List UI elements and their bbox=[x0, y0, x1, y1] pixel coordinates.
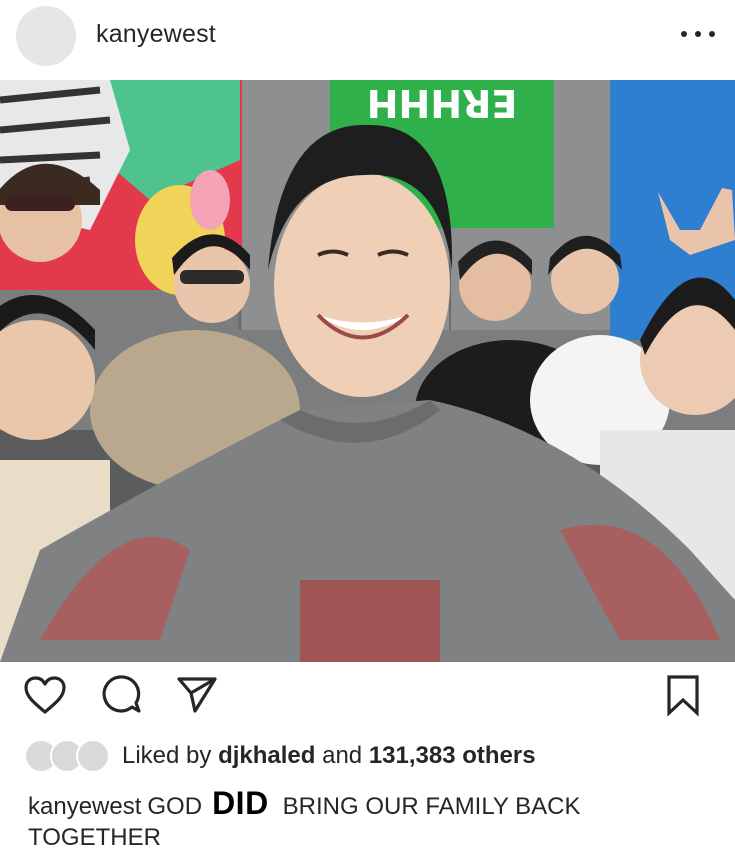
caption-username[interactable]: kanyewest bbox=[28, 793, 141, 820]
liker-username[interactable]: djkhaled bbox=[218, 742, 315, 769]
ellipsis-icon[interactable] bbox=[681, 24, 715, 44]
likes-summary[interactable]: Liked by djkhaled and 131,383 others bbox=[122, 742, 536, 770]
bookmark-icon[interactable] bbox=[660, 672, 706, 718]
caption-part1: GOD bbox=[147, 793, 203, 820]
avatar bbox=[76, 739, 110, 773]
likes-and: and bbox=[322, 742, 363, 769]
group-selfie-image: ERHHH bbox=[0, 80, 735, 662]
banner-text: ERHHH bbox=[367, 81, 518, 125]
likes-prefix: Liked by bbox=[122, 742, 212, 769]
likes-count[interactable]: 131,383 others bbox=[369, 742, 536, 769]
likes-row: Liked by djkhaled and 131,383 others bbox=[24, 738, 536, 774]
post-caption: kanyewest GOD DID BRING OUR FAMILY BACK TOG… bbox=[28, 785, 708, 853]
heart-icon[interactable] bbox=[22, 672, 68, 718]
liker-avatars[interactable] bbox=[24, 739, 114, 773]
post-username[interactable]: kanyewest bbox=[96, 20, 216, 49]
post-header: kanyewest bbox=[0, 0, 735, 80]
comment-icon[interactable] bbox=[98, 672, 144, 718]
action-bar bbox=[0, 662, 735, 732]
post-photo[interactable]: ERHHH bbox=[0, 80, 735, 662]
caption-emphasis: DID bbox=[212, 785, 269, 821]
paper-plane-icon[interactable] bbox=[174, 672, 220, 718]
profile-avatar[interactable] bbox=[16, 6, 76, 66]
